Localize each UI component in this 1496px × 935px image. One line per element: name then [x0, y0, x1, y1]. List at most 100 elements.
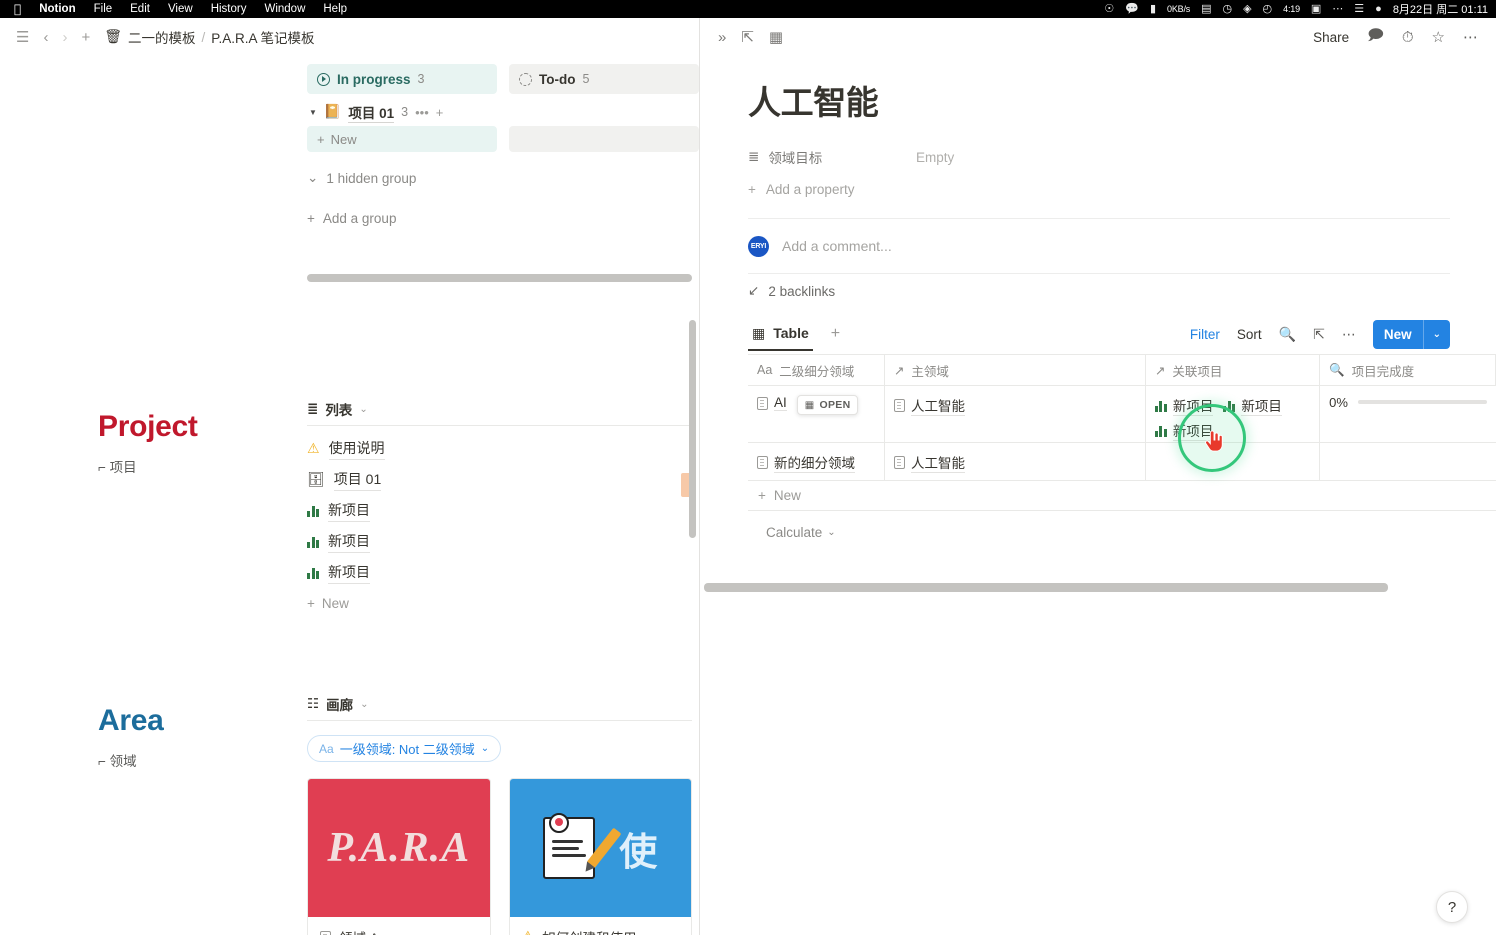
- signal-icon[interactable]: ☉: [1104, 3, 1114, 15]
- list-new-row-button[interactable]: + New: [307, 588, 692, 618]
- list-item[interactable]: 新项目: [307, 495, 692, 526]
- add-group-button[interactable]: + Add a group: [307, 204, 700, 232]
- board-column-header[interactable]: In progress 3: [307, 64, 497, 94]
- calculate-button[interactable]: Calculate ⌄: [700, 511, 1496, 553]
- comment-composer[interactable]: ERYI Add a comment...: [748, 219, 1450, 273]
- menubar-item-view[interactable]: View: [168, 3, 193, 15]
- menubar-app-name[interactable]: Notion: [39, 3, 75, 15]
- cell-name[interactable]: AI ▦ OPEN: [748, 386, 885, 442]
- gallery-card[interactable]: 使 ⚠ 如何创建和使用: [508, 778, 692, 935]
- column-header-related-projects[interactable]: ↗ 关联项目: [1146, 355, 1321, 385]
- share-button[interactable]: Share: [1313, 30, 1349, 45]
- chevron-down-icon[interactable]: ⌄: [360, 699, 368, 710]
- battery-icon[interactable]: ◴: [1263, 3, 1273, 15]
- peek-layout-icon[interactable]: ▦: [769, 28, 783, 46]
- main-vertical-scrollbar[interactable]: [689, 320, 696, 538]
- hidden-group-toggle[interactable]: ⌄ 1 hidden group: [307, 164, 700, 192]
- sort-button[interactable]: Sort: [1237, 327, 1262, 342]
- list-view-tab[interactable]: ≣ 列表 ⌄: [307, 393, 692, 425]
- list-item[interactable]: 🗄 项目 01: [307, 464, 692, 495]
- breadcrumb-workspace[interactable]: 二一的模板: [128, 27, 196, 47]
- comment-icon[interactable]: 🗩: [1367, 25, 1384, 50]
- expand-icon[interactable]: ⇱: [1313, 326, 1325, 343]
- relation-chip[interactable]: 人工智能: [893, 452, 965, 473]
- column-header-name[interactable]: Aa 二级细分领域: [748, 355, 885, 385]
- property-value[interactable]: Empty: [916, 150, 954, 165]
- screenshot-icon[interactable]: ▤: [1201, 3, 1211, 15]
- table-new-row-button[interactable]: + New: [748, 481, 1496, 511]
- menubar-item-file[interactable]: File: [94, 3, 113, 15]
- new-page-icon[interactable]: +: [81, 29, 90, 46]
- property-key[interactable]: ≣ 领域目标: [748, 147, 916, 167]
- gallery-view-tab[interactable]: ☷ 画廊 ⌄: [307, 688, 692, 720]
- board-group-name[interactable]: 项目 01: [348, 102, 395, 123]
- search-icon[interactable]: 🔍: [1279, 326, 1296, 343]
- ellipsis-icon[interactable]: ⋯: [1332, 3, 1343, 15]
- menubar-item-history[interactable]: History: [211, 3, 247, 15]
- cell-progress[interactable]: [1320, 443, 1496, 480]
- help-button[interactable]: ?: [1436, 891, 1468, 923]
- chevron-down-icon[interactable]: ⌄: [481, 743, 489, 754]
- list-item[interactable]: 新项目: [307, 526, 692, 557]
- sidebar-toggle-icon[interactable]: ☰: [16, 28, 29, 46]
- page-title[interactable]: 人工智能: [748, 76, 1450, 124]
- cell-main-area[interactable]: 人工智能: [885, 386, 1146, 442]
- more-options-icon[interactable]: ⋯: [1342, 326, 1356, 343]
- collapse-peek-icon[interactable]: »: [718, 29, 726, 46]
- column-header-progress[interactable]: 🔍 项目完成度: [1320, 355, 1496, 385]
- chevron-down-icon[interactable]: ⌄: [359, 404, 367, 415]
- peek-horizontal-scrollbar[interactable]: [704, 583, 1388, 592]
- avatar[interactable]: ERYI: [748, 235, 769, 257]
- open-row-button[interactable]: ▦ OPEN: [796, 395, 859, 415]
- cell-name[interactable]: 新的细分领域: [748, 443, 885, 480]
- collapse-triangle-icon[interactable]: ▼: [309, 108, 317, 117]
- menubar-item-edit[interactable]: Edit: [130, 3, 150, 15]
- chevron-down-icon[interactable]: ⌄: [1422, 319, 1450, 349]
- input-source-icon[interactable]: ▣: [1311, 3, 1321, 15]
- apple-menu-icon[interactable]: : [14, 3, 21, 15]
- table-row[interactable]: 新的细分领域 人工智能: [748, 443, 1496, 481]
- list-item[interactable]: ⚠ 使用说明: [307, 433, 692, 464]
- page-link[interactable]: AI: [757, 395, 787, 411]
- wechat-icon[interactable]: 💬: [1125, 3, 1139, 15]
- filter-button[interactable]: Filter: [1190, 327, 1220, 342]
- forward-icon[interactable]: ›: [62, 29, 67, 46]
- expand-page-icon[interactable]: ⇱: [741, 28, 754, 46]
- list-view-label: 列表: [325, 403, 353, 418]
- column-header-relation[interactable]: ↗ 主领域: [885, 355, 1146, 385]
- chevron-down-icon[interactable]: ⌄: [827, 527, 835, 538]
- gallery-card[interactable]: P.A.R.A 领域 A: [307, 778, 491, 935]
- relation-chip[interactable]: 人工智能: [893, 395, 965, 416]
- board-horizontal-scrollbar[interactable]: [307, 274, 692, 282]
- table-row[interactable]: AI ▦ OPEN 人工智能 新项目 新项目 新项目 0%: [748, 386, 1496, 443]
- list-item[interactable]: 新项目: [307, 557, 692, 588]
- board-new-card-button[interactable]: [509, 126, 699, 152]
- board-group-add-icon[interactable]: +: [436, 105, 444, 120]
- add-view-button[interactable]: +: [831, 325, 840, 343]
- bag-icon[interactable]: ▮: [1150, 3, 1156, 15]
- cell-progress[interactable]: 0%: [1320, 386, 1496, 442]
- board-group-row[interactable]: ▼ 📔 项目 01 3 ••• +: [307, 98, 497, 126]
- add-property-button[interactable]: + Add a property: [748, 174, 1450, 204]
- vpn-icon[interactable]: ◈: [1243, 3, 1251, 15]
- siri-icon[interactable]: ●: [1375, 3, 1382, 15]
- comment-input-placeholder[interactable]: Add a comment...: [782, 238, 892, 254]
- backlinks-toggle[interactable]: ↙ 2 backlinks: [748, 274, 1450, 308]
- board-column-header[interactable]: To-do 5: [509, 64, 699, 94]
- clock-icon[interactable]: ◷: [1222, 3, 1232, 15]
- board-new-card-button[interactable]: + New: [307, 126, 497, 152]
- history-clock-icon[interactable]: ⏱: [1402, 29, 1414, 46]
- board-group-more-icon[interactable]: •••: [415, 105, 429, 120]
- back-icon[interactable]: ‹: [43, 29, 48, 46]
- menubar-item-help[interactable]: Help: [323, 3, 347, 15]
- filter-chip[interactable]: Aa 一级领域: Not 二级领域 ⌄: [307, 735, 502, 762]
- page-link[interactable]: 新的细分领域: [757, 452, 855, 473]
- breadcrumb-page[interactable]: P.A.R.A 笔记模板: [211, 27, 314, 47]
- favorite-star-icon[interactable]: ☆: [1432, 28, 1445, 46]
- new-row-button[interactable]: New ⌄: [1372, 319, 1450, 349]
- tab-table[interactable]: ▦ Table: [748, 317, 813, 351]
- control-center-icon[interactable]: ☰: [1354, 3, 1364, 15]
- menubar-item-window[interactable]: Window: [264, 3, 305, 15]
- cell-main-area[interactable]: 人工智能: [885, 443, 1146, 480]
- more-options-icon[interactable]: ⋯: [1463, 28, 1478, 46]
